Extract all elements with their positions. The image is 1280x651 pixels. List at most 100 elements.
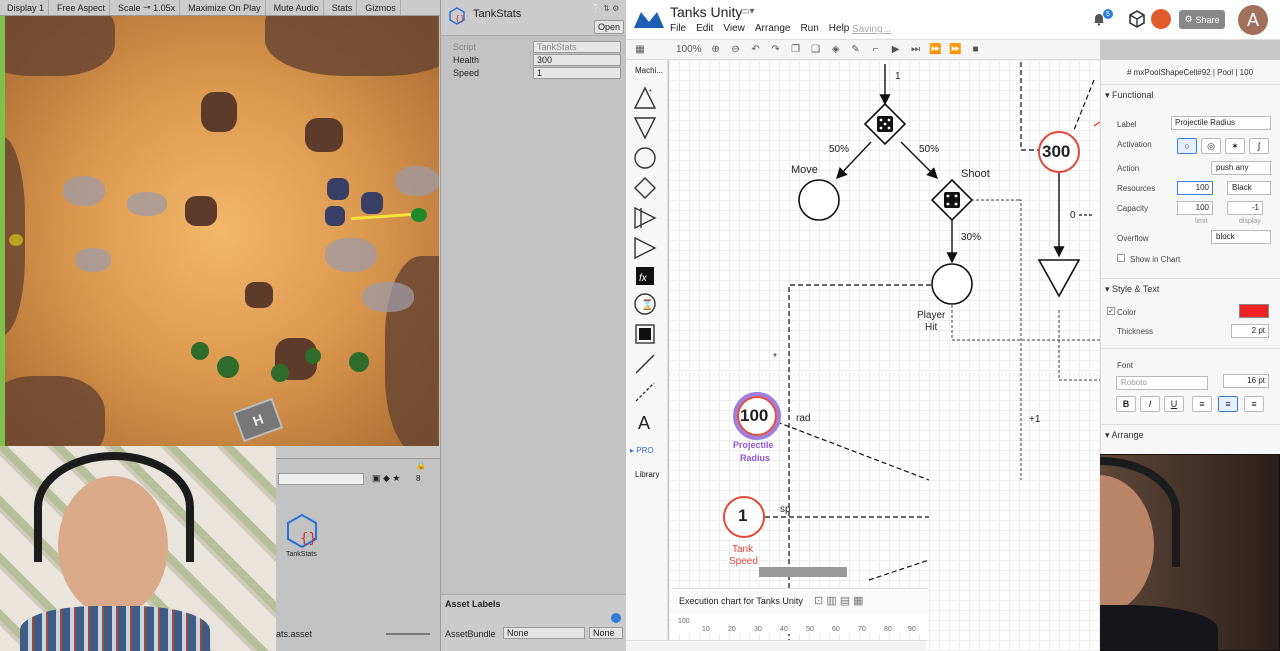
arrange-section[interactable]: ▾ Arrange [1105, 430, 1144, 441]
play-icon[interactable]: ▶ [890, 44, 902, 56]
menu-edit[interactable]: Edit [696, 23, 713, 34]
underline-button[interactable]: U [1164, 396, 1184, 412]
stats-toggle[interactable]: Stats [328, 0, 358, 15]
gate-shape-icon[interactable] [633, 176, 657, 200]
to-front-icon[interactable]: ❐ [790, 44, 802, 56]
color-checkbox[interactable]: ✓ [1107, 307, 1115, 315]
state-connection-drain[interactable] [1058, 310, 1100, 381]
open-button[interactable]: Open [594, 20, 625, 34]
end-condition-shape-icon[interactable] [633, 322, 657, 346]
undo-icon[interactable]: ↶ [750, 44, 762, 56]
scale-slider[interactable]: Scale ⊸ 1.05x [114, 0, 181, 15]
resource-connection-icon[interactable] [633, 352, 657, 376]
asset-bundle-select[interactable]: None [503, 627, 585, 639]
random-gate-shoot[interactable] [930, 178, 974, 222]
icon-size-slider[interactable] [386, 633, 430, 635]
style-text-section[interactable]: ▾ Style & Text [1105, 284, 1159, 295]
trader-shape-icon[interactable] [633, 236, 657, 260]
menu-view[interactable]: View [723, 23, 745, 34]
align-right-button[interactable]: ≡ [1244, 396, 1264, 412]
project-filter-icons[interactable]: ▣ ◆ ★ [372, 473, 401, 484]
drain-shape-icon[interactable] [633, 116, 657, 140]
capacity-limit-input[interactable]: 100 [1177, 201, 1213, 215]
bold-button[interactable]: B [1116, 396, 1136, 412]
activation-automatic-button[interactable]: ✶ [1225, 138, 1245, 154]
text-shape-icon[interactable]: A [633, 410, 657, 434]
converter-shape-icon[interactable] [633, 206, 657, 230]
pool-shape-icon[interactable] [633, 146, 657, 170]
collaborator-avatar[interactable] [1151, 9, 1171, 29]
capacity-display-input[interactable]: -1 [1227, 201, 1263, 215]
redo-icon[interactable]: ↷ [770, 44, 782, 56]
overflow-select[interactable]: block [1211, 230, 1271, 244]
project-search-input[interactable] [278, 473, 364, 485]
diagram-canvas[interactable]: 1 50% 50% Move Shoot 30% Player Hit 300 … [669, 60, 1100, 651]
state-connection-diag[interactable] [1073, 79, 1095, 131]
activation-onstart-button[interactable]: ʃ [1249, 138, 1269, 154]
speed-field[interactable]: 1 [533, 67, 621, 79]
unity-icon[interactable] [1128, 10, 1146, 28]
format-panel-icon[interactable]: ▦ [634, 44, 646, 56]
state-connection-player-hit[interactable] [951, 305, 1100, 341]
user-avatar[interactable]: A [1238, 5, 1268, 35]
activation-passive-button[interactable]: ○ [1177, 138, 1197, 154]
canvas-horizontal-scrollbar[interactable] [759, 567, 847, 577]
label-input[interactable]: Projectile Radius [1171, 116, 1271, 130]
state-connection-icon[interactable] [633, 380, 657, 404]
mute-audio-toggle[interactable]: Mute Audio [270, 0, 324, 15]
pro-badge-icon[interactable]: ▸ PRO [630, 446, 654, 455]
camera-icon[interactable]: ▭▾ [740, 6, 754, 17]
align-left-button[interactable]: ≡ [1192, 396, 1212, 412]
italic-button[interactable]: I [1140, 396, 1160, 412]
menu-arrange[interactable]: Arrange [755, 23, 791, 34]
zoom-select[interactable]: 100% [676, 44, 702, 55]
source-shape-icon[interactable]: * [633, 86, 657, 110]
resources-input[interactable]: 100 [1177, 181, 1213, 195]
palette-title[interactable]: Machi... [635, 66, 663, 75]
state-connection-lower[interactable] [868, 559, 930, 581]
lock-icon[interactable]: 🔒 [416, 461, 426, 470]
line-color-icon[interactable]: ✎ [850, 44, 862, 56]
font-size-input[interactable]: 16 pt [1223, 374, 1269, 388]
game-viewport[interactable]: H [5, 16, 439, 446]
font-family-select[interactable]: Roboto [1116, 376, 1208, 390]
action-select[interactable]: push any [1211, 161, 1271, 175]
health-field[interactable]: 300 [533, 54, 621, 66]
thickness-input[interactable]: 2 pt [1231, 324, 1269, 338]
delay-shape-icon[interactable]: ⌛ [633, 292, 657, 316]
menu-run[interactable]: Run [800, 23, 818, 34]
inspector-options-icon[interactable]: ❔ ⇅ ⚙ [591, 4, 619, 13]
color-swatch[interactable] [1239, 304, 1269, 318]
move-pool[interactable] [798, 179, 840, 221]
player-hit-pool[interactable] [931, 263, 973, 305]
state-connection-radius[interactable] [776, 421, 930, 481]
random-gate-top[interactable] [863, 102, 907, 146]
batch-run-icon[interactable]: ⏩ [949, 44, 961, 56]
diagram-title[interactable]: Tanks Unity [670, 4, 742, 20]
drain-node[interactable] [1037, 259, 1081, 298]
aspect-select[interactable]: Free Aspect [53, 0, 111, 15]
maximize-on-play-toggle[interactable]: Maximize On Play [184, 0, 266, 15]
library-section[interactable]: Library [635, 470, 659, 479]
activation-interactive-button[interactable]: ◎ [1201, 138, 1221, 154]
register-shape-icon[interactable]: fx [633, 264, 657, 288]
label-tag-icon[interactable] [611, 613, 621, 623]
asset-variant-select[interactable]: None [589, 627, 623, 639]
zoom-out-icon[interactable]: ⊖ [730, 44, 742, 56]
menu-help[interactable]: Help [829, 23, 850, 34]
stop-icon[interactable]: ■ [970, 44, 982, 56]
state-connection-pool[interactable] [1020, 62, 1039, 151]
machinations-logo-icon[interactable] [632, 8, 666, 30]
gizmos-dropdown[interactable]: Gizmos [361, 0, 401, 15]
to-back-icon[interactable]: ❏ [810, 44, 822, 56]
show-in-chart-checkbox[interactable] [1117, 254, 1125, 262]
script-field[interactable]: TankStats [533, 41, 621, 53]
step-icon[interactable]: ⏭ [910, 44, 922, 56]
waypoints-icon[interactable]: ⌐ [870, 44, 882, 56]
fill-color-icon[interactable]: ◈ [830, 44, 842, 56]
chart-type-icons[interactable]: ⊡ ▥ ▤ ▦ [814, 594, 864, 607]
fast-forward-icon[interactable]: ⏩ [929, 44, 941, 56]
tankstats-asset-icon[interactable]: {} [286, 513, 322, 549]
menu-file[interactable]: File [670, 23, 686, 34]
share-button[interactable]: ⚙ Share [1179, 10, 1225, 29]
